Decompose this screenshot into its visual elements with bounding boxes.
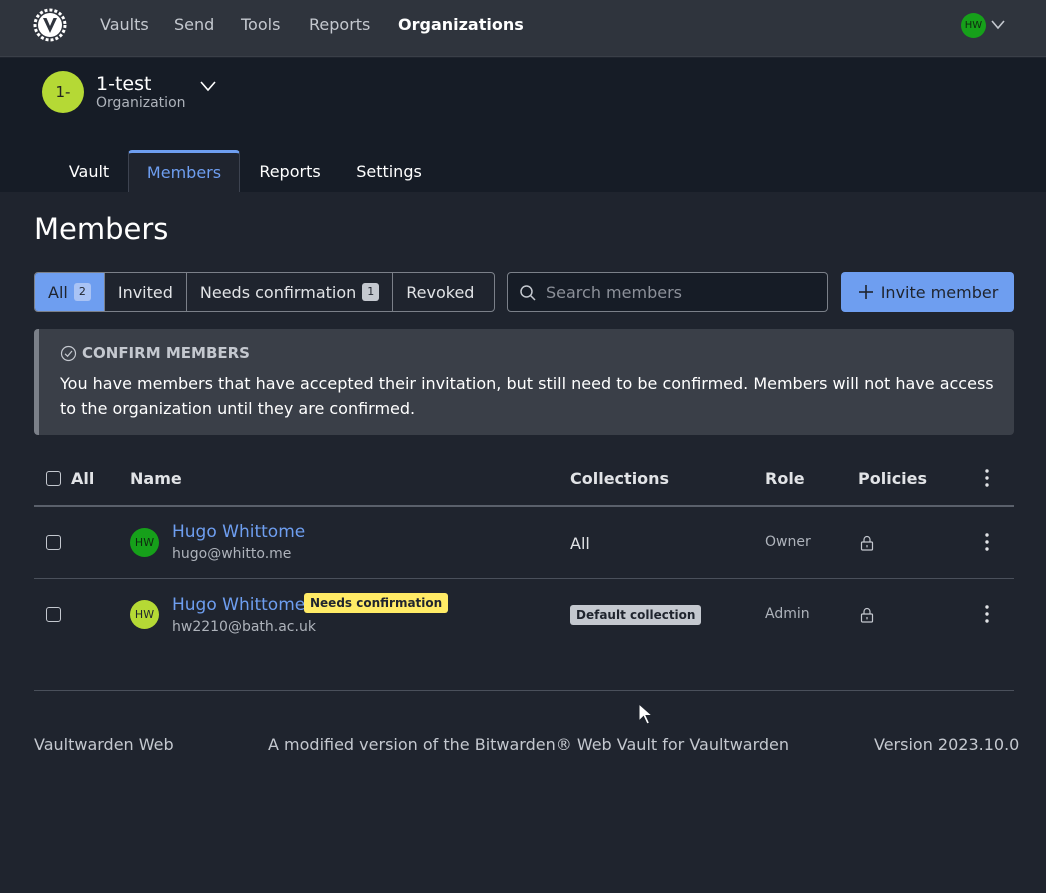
member-name-link[interactable]: Hugo Whittome [172,595,305,615]
search-input[interactable] [546,273,821,311]
select-all-label: All [71,469,95,488]
check-circle-icon [60,345,77,361]
user-avatar[interactable]: HW [961,13,986,38]
bulk-actions-menu-icon[interactable] [977,468,997,488]
tab-vault[interactable]: Vault [52,150,126,192]
invite-member-label: Invite member [880,282,999,302]
org-header: 1- 1-test Organization Vault Members Rep… [0,58,1046,192]
confirm-members-callout: CONFIRM MEMBERS You have members that ha… [34,329,1014,435]
member-role: Admin [765,606,810,622]
footer-divider [34,690,1014,691]
member-name-link[interactable]: Hugo Whittome [172,522,305,542]
org-avatar: 1- [42,71,84,113]
invite-member-button[interactable]: Invite member [841,272,1014,312]
needs-confirmation-badge: Needs confirmation [304,593,449,613]
filter-invited[interactable]: Invited [105,273,187,311]
lock-icon [860,535,874,551]
filter-revoked-label: Revoked [406,282,475,302]
row-options-menu-icon[interactable] [977,604,997,624]
filter-invited-label: Invited [117,282,173,302]
collection-badge: Default collection [570,605,702,625]
filter-all[interactable]: All 2 [35,273,105,311]
callout-title-text: CONFIRM MEMBERS [82,344,250,362]
member-email: hugo@whitto.me [172,546,292,562]
member-role: Owner [765,534,811,550]
row-checkbox[interactable] [46,535,61,550]
tab-settings[interactable]: Settings [340,150,438,192]
chevron-down-icon[interactable] [990,19,1006,31]
nav-tools[interactable]: Tools [241,15,280,34]
column-header-policies: Policies [858,469,928,488]
member-collections: All [570,534,590,553]
row-divider [34,578,1014,579]
column-header-collections: Collections [570,469,670,488]
footer-description: A modified version of the Bitwarden® Web… [268,735,790,754]
nav-organizations[interactable]: Organizations [398,15,524,34]
select-all-checkbox[interactable] [46,471,61,486]
search-icon [520,285,536,301]
row-checkbox[interactable] [46,607,61,622]
filter-needs-confirmation-count: 1 [362,283,380,301]
filter-revoked[interactable]: Revoked [393,273,487,311]
vaultwarden-logo-icon[interactable] [33,8,67,42]
row-options-menu-icon[interactable] [977,532,997,552]
column-header-name[interactable]: Name [130,469,182,488]
top-navbar: Vaults Send Tools Reports Organizations … [0,0,1046,57]
page-title: Members [34,212,169,246]
org-type-label: Organization [96,95,186,111]
avatar: HW [130,528,159,557]
column-header-role[interactable]: Role [765,469,805,488]
nav-reports[interactable]: Reports [309,15,370,34]
search-field [507,272,828,312]
avatar: HW [130,600,159,629]
filter-all-count: 2 [73,283,91,301]
tab-members[interactable]: Members [128,150,240,192]
filter-all-label: All [48,282,68,302]
member-email: hw2210@bath.ac.uk [172,619,316,635]
filter-needs-confirmation[interactable]: Needs confirmation 1 [187,273,394,311]
org-switcher-chevron-icon[interactable] [199,80,217,92]
org-name: 1-test [96,73,152,95]
member-status-filter: All 2 Invited Needs confirmation 1 Revok… [34,272,495,312]
nav-vaults[interactable]: Vaults [100,15,149,34]
callout-body: You have members that have accepted thei… [60,374,994,418]
table-header-divider [34,505,1014,507]
nav-send[interactable]: Send [174,15,214,34]
callout-title: CONFIRM MEMBERS [60,344,250,362]
lock-icon [860,607,874,623]
mouse-cursor-icon [638,703,654,725]
filter-needs-confirmation-label: Needs confirmation [199,282,357,302]
plus-icon [858,285,873,299]
footer-version: Version 2023.10.0 [874,735,1020,754]
footer-app-name: Vaultwarden Web [34,735,174,754]
tab-reports[interactable]: Reports [242,150,338,192]
